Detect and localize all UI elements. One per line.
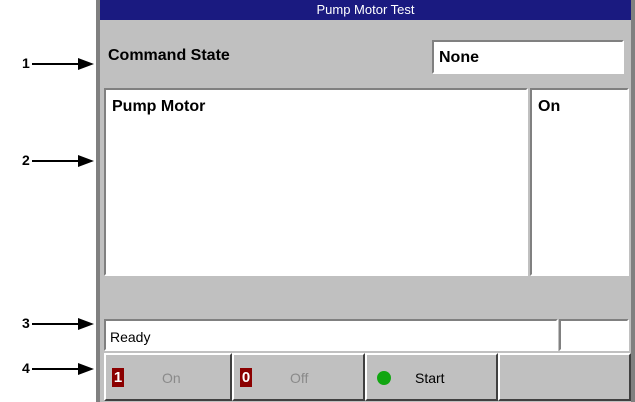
window-title: Pump Motor Test <box>100 0 631 20</box>
pump-motor-test-window: Pump Motor Test Command State None Pump … <box>96 0 635 402</box>
green-indicator-icon <box>377 371 391 385</box>
callout-4: 4 <box>0 360 96 377</box>
command-state-label: Command State <box>108 47 230 64</box>
start-button[interactable]: Start <box>365 353 498 401</box>
callout-1-arrow-icon <box>32 58 94 70</box>
empty-button-slot <box>498 353 631 401</box>
callout-3-number: 3 <box>22 315 30 331</box>
status-text: Ready <box>110 329 151 345</box>
callout-2-number: 2 <box>22 152 30 168</box>
on-button[interactable]: 1 On <box>104 353 232 401</box>
status-secondary-field <box>559 319 629 351</box>
command-state-field: None <box>432 40 624 74</box>
off-button-label: Off <box>290 370 309 386</box>
callout-4-number: 4 <box>22 360 30 376</box>
digit-zero-icon: 0 <box>240 368 252 387</box>
callout-2-arrow-icon <box>32 155 94 167</box>
on-button-label: On <box>162 370 181 386</box>
component-state: On <box>538 98 561 115</box>
command-state-value: None <box>439 49 479 66</box>
callout-1: 1 <box>0 55 96 72</box>
component-name-panel: Pump Motor <box>104 88 528 276</box>
digit-one-icon: 1 <box>112 368 124 387</box>
status-bar: Ready <box>104 319 558 351</box>
callout-2: 2 <box>0 152 96 169</box>
callout-3: 3 <box>0 315 96 332</box>
callout-1-number: 1 <box>22 55 30 71</box>
start-button-label: Start <box>415 370 445 386</box>
callout-3-arrow-icon <box>32 318 94 330</box>
off-button[interactable]: 0 Off <box>232 353 365 401</box>
component-state-panel: On <box>530 88 629 276</box>
callout-4-arrow-icon <box>32 363 94 375</box>
component-name: Pump Motor <box>112 98 206 115</box>
